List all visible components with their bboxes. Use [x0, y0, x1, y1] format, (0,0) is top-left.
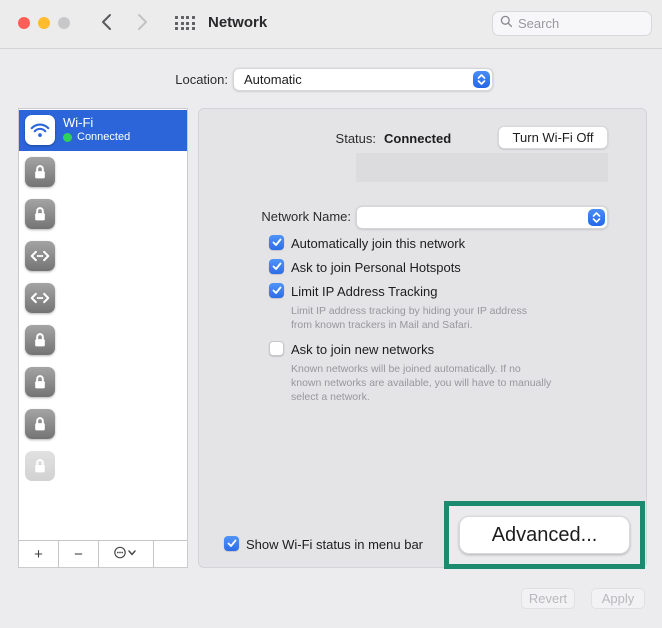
window-title: Network	[208, 14, 267, 31]
search-placeholder: Search	[518, 16, 559, 31]
chevron-left-icon	[101, 13, 112, 36]
minus-icon: −	[74, 546, 83, 563]
limit-ip-checkbox[interactable]	[269, 283, 284, 298]
service-actions-button[interactable]	[99, 541, 154, 567]
more-options-icon	[113, 545, 139, 564]
sidebar-item-vpn-service[interactable]	[19, 277, 187, 319]
close-window-button[interactable]	[18, 17, 30, 29]
ask-join-networks-label: Ask to join new networks	[291, 342, 434, 357]
search-input[interactable]: Search	[492, 11, 652, 36]
location-dropdown[interactable]: Automatic	[233, 68, 493, 91]
network-services-list: Wi-Fi Connected	[18, 108, 188, 568]
minimize-window-button[interactable]	[38, 17, 50, 29]
plus-icon: +	[34, 546, 43, 563]
status-label: Status:	[199, 131, 376, 146]
lock-icon	[25, 325, 55, 355]
sidebar-item-vpn-service[interactable]	[19, 235, 187, 277]
show-all-grid-icon[interactable]	[175, 16, 195, 30]
auto-join-checkbox[interactable]	[269, 235, 284, 250]
lock-icon	[25, 367, 55, 397]
lock-icon	[25, 199, 55, 229]
location-value: Automatic	[244, 72, 302, 87]
revert-button[interactable]: Revert	[521, 588, 575, 609]
sidebar-item-locked-service[interactable]	[19, 361, 187, 403]
ask-join-networks-checkbox[interactable]	[269, 341, 284, 356]
lock-icon	[25, 409, 55, 439]
search-icon	[500, 15, 513, 33]
service-status: Connected	[77, 131, 130, 143]
sidebar-item-locked-service-disabled[interactable]	[19, 445, 187, 487]
add-service-button[interactable]: +	[19, 541, 59, 567]
menu-bar-checkbox[interactable]	[224, 536, 239, 551]
advanced-button[interactable]: Advanced...	[459, 516, 630, 554]
network-name-dropdown[interactable]	[356, 206, 608, 229]
turn-wifi-off-button[interactable]: Turn Wi-Fi Off	[498, 126, 608, 149]
personal-hotspots-label: Ask to join Personal Hotspots	[291, 260, 461, 275]
sidebar-item-wifi[interactable]: Wi-Fi Connected	[19, 110, 187, 151]
advanced-highlight-annotation: Advanced...	[444, 501, 645, 569]
titlebar: Network Search	[0, 0, 662, 49]
service-name: Wi-Fi	[63, 115, 93, 130]
arrows-icon	[25, 241, 55, 271]
popup-stepper-icon	[473, 71, 490, 88]
popup-stepper-icon	[588, 209, 605, 226]
limit-ip-label: Limit IP Address Tracking	[291, 284, 437, 299]
network-name-label: Network Name:	[199, 209, 351, 224]
redacted-status-text	[356, 153, 608, 182]
zoom-window-button[interactable]	[58, 17, 70, 29]
back-button[interactable]	[96, 14, 116, 34]
menu-bar-label: Show Wi-Fi status in menu bar	[246, 537, 423, 552]
lock-icon	[25, 157, 55, 187]
lock-icon	[25, 451, 55, 481]
apply-button[interactable]: Apply	[591, 588, 645, 609]
sidebar-item-locked-service[interactable]	[19, 193, 187, 235]
new-networks-help-text: Known networks will be joined automatica…	[291, 362, 553, 404]
sidebar-item-locked-service[interactable]	[19, 151, 187, 193]
wifi-icon	[25, 115, 55, 145]
arrows-icon	[25, 283, 55, 313]
connected-status-dot	[63, 133, 72, 142]
limit-ip-help-text: Limit IP address tracking by hiding your…	[291, 304, 546, 332]
location-label: Location:	[100, 72, 228, 87]
service-list-toolbar: + −	[19, 540, 187, 567]
sidebar-item-locked-service[interactable]	[19, 403, 187, 445]
auto-join-label: Automatically join this network	[291, 236, 465, 251]
wifi-settings-panel: Status: Connected Turn Wi-Fi Off Network…	[198, 108, 647, 568]
personal-hotspots-checkbox[interactable]	[269, 259, 284, 274]
sidebar-item-locked-service[interactable]	[19, 319, 187, 361]
remove-service-button[interactable]: −	[59, 541, 99, 567]
forward-button[interactable]	[132, 14, 152, 34]
chevron-right-icon	[137, 13, 148, 36]
status-value: Connected	[384, 131, 451, 146]
network-preferences-window: Network Search Location: Automatic Wi-Fi…	[0, 0, 662, 628]
